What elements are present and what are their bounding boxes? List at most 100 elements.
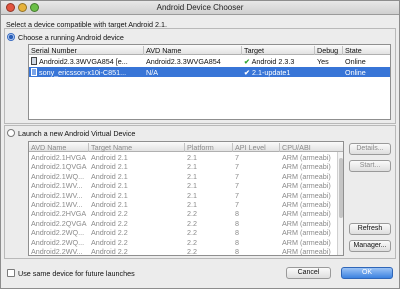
column-avd-name[interactable]: AVD Name (144, 46, 242, 55)
device-avd-cell: N/A (146, 68, 158, 77)
avd-platform-cell: 2.1 (187, 200, 197, 209)
column-avd-name[interactable]: AVD Name (29, 143, 89, 152)
avd-platform-cell: 2.2 (187, 228, 197, 238)
avd-platform-cell: 2.2 (187, 247, 197, 256)
device-row-selected[interactable]: sony_ericsson-x10i-C851... N/A ✔ 2.1-upd… (29, 67, 390, 77)
avd-api-cell: 8 (235, 209, 239, 219)
column-api-level[interactable]: API Level (233, 143, 280, 152)
avd-row[interactable]: Android2.2WQ... Android 2.2 2.2 8 ARM (armea… (29, 238, 343, 247)
avd-row[interactable]: Android2.1HVGA Android 2.1 2.1 7 ARM (armeab… (29, 153, 343, 162)
avd-cpu-cell: ARM (armeabi) (282, 218, 331, 228)
avd-api-cell: 7 (235, 181, 239, 191)
device-icon (31, 68, 37, 76)
column-debug[interactable]: Debug (315, 46, 343, 55)
avd-api-cell: 7 (235, 171, 239, 181)
avd-platform-cell: 2.1 (187, 153, 197, 162)
column-target[interactable]: Target (242, 46, 315, 55)
window-title: Android Device Chooser (156, 3, 244, 12)
column-cpu-abi[interactable]: CPU/ABI (280, 143, 339, 152)
avd-name-cell: Android2.1WV... (31, 190, 83, 200)
avd-target-cell: Android 2.2 (91, 209, 128, 219)
avd-name-cell: Android2.2QVGA (31, 218, 87, 228)
manager-button[interactable]: Manager... (349, 240, 391, 252)
avd-row[interactable]: Android2.1WV... Android 2.1 2.1 7 ARM (armea… (29, 200, 343, 209)
avd-platform-cell: 2.2 (187, 209, 197, 219)
device-avd-cell: Android2.3.3WVGA854 (146, 57, 221, 66)
column-state[interactable]: State (343, 46, 390, 55)
device-state-cell: Online (345, 68, 366, 77)
avd-target-cell: Android 2.2 (91, 237, 128, 247)
check-icon: ✔ (244, 68, 251, 77)
start-button[interactable]: Start... (349, 160, 391, 172)
avd-table: AVD Name Target Name Platform API Level … (28, 141, 344, 256)
avd-target-cell: Android 2.1 (91, 153, 128, 162)
avd-target-cell: Android 2.1 (91, 181, 128, 191)
column-platform[interactable]: Platform (185, 143, 233, 152)
title-bar: Android Device Chooser (1, 1, 399, 15)
avd-cpu-cell: ARM (armeabi) (282, 200, 331, 209)
choose-running-label: Choose a running Android device (18, 33, 124, 42)
launch-avd-label: Launch a new Android Virtual Device (18, 129, 136, 138)
avd-scrollbar[interactable] (337, 152, 343, 255)
avd-cpu-cell: ARM (armeabi) (282, 209, 331, 219)
avd-name-cell: Android2.1WV... (31, 200, 83, 209)
refresh-button[interactable]: Refresh (349, 223, 391, 235)
avd-api-cell: 7 (235, 190, 239, 200)
avd-row[interactable]: Android2.2QVGA Android 2.2 2.2 8 ARM (armeab… (29, 219, 343, 228)
avd-api-cell: 7 (235, 200, 239, 209)
column-serial-number[interactable]: Serial Number (29, 46, 144, 55)
avd-target-cell: Android 2.1 (91, 162, 128, 172)
avd-cpu-cell: ARM (armeabi) (282, 153, 331, 162)
device-serial-cell: Android2.3.3WVGA854 [e... (29, 57, 144, 66)
column-target-name[interactable]: Target Name (89, 143, 185, 152)
avd-name-cell: Android2.1HVGA (31, 153, 87, 162)
avd-name-cell: Android2.2WQ... (31, 228, 85, 238)
avd-row[interactable]: Android2.2HVGA Android 2.2 2.2 8 ARM (armeab… (29, 209, 343, 218)
avd-platform-cell: 2.1 (187, 190, 197, 200)
device-target-cell: ✔ 2.1-update1 (242, 68, 315, 77)
avd-row[interactable]: Android2.1WV... Android 2.1 2.1 7 ARM (armea… (29, 191, 343, 200)
use-same-device-label: Use same device for future launches (18, 269, 135, 278)
avd-name-cell: Android2.2HVGA (31, 209, 87, 219)
device-row[interactable]: Android2.3.3WVGA854 [e... Android2.3.3WV… (29, 56, 390, 66)
use-same-device-checkbox[interactable] (7, 269, 15, 277)
cancel-button[interactable]: Cancel (286, 267, 331, 279)
running-devices-table: Serial Number AVD Name Target Debug Stat… (28, 44, 391, 120)
device-serial-cell: sony_ericsson-x10i-C851... (29, 68, 144, 77)
avd-name-cell: Android2.2WQ... (31, 237, 85, 247)
avd-cpu-cell: ARM (armeabi) (282, 247, 331, 256)
avd-target-cell: Android 2.1 (91, 190, 128, 200)
avd-target-cell: Android 2.2 (91, 228, 128, 238)
avd-target-cell: Android 2.2 (91, 218, 128, 228)
avd-cpu-cell: ARM (armeabi) (282, 190, 331, 200)
avd-api-cell: 7 (235, 162, 239, 172)
avd-cpu-cell: ARM (armeabi) (282, 181, 331, 191)
avd-platform-cell: 2.1 (187, 171, 197, 181)
avd-scroll-thumb[interactable] (339, 158, 343, 218)
launch-avd-radio[interactable] (7, 129, 15, 137)
avd-table-header: AVD Name Target Name Platform API Level … (29, 142, 343, 152)
avd-api-cell: 7 (235, 153, 239, 162)
avd-row[interactable]: Android2.1QVGA Android 2.1 2.1 7 ARM (armeab… (29, 162, 343, 171)
device-target: Android 2.3.3 (251, 57, 295, 66)
details-button[interactable]: Details... (349, 143, 391, 155)
avd-name-cell: Android2.1WQ... (31, 171, 85, 181)
avd-cpu-cell: ARM (armeabi) (282, 162, 331, 172)
avd-cpu-cell: ARM (armeabi) (282, 228, 331, 238)
avd-api-cell: 8 (235, 247, 239, 256)
avd-row[interactable]: Android2.2WV... Android 2.2 2.2 8 ARM (armea… (29, 247, 343, 256)
avd-platform-cell: 2.2 (187, 237, 197, 247)
avd-name-cell: Android2.1QVGA (31, 162, 87, 172)
choose-running-radio[interactable] (7, 33, 15, 41)
avd-row[interactable]: Android2.1WQ... Android 2.1 2.1 7 ARM (armea… (29, 172, 343, 181)
device-icon (31, 57, 37, 65)
avd-row[interactable]: Android2.2WQ... Android 2.2 2.2 8 ARM (armea… (29, 228, 343, 237)
avd-target-cell: Android 2.2 (91, 247, 128, 256)
avd-platform-cell: 2.1 (187, 162, 197, 172)
avd-name-cell: Android2.1WV... (31, 181, 83, 191)
avd-row[interactable]: Android2.1WV... Android 2.1 2.1 7 ARM (armea… (29, 181, 343, 190)
ok-button[interactable]: OK (341, 267, 393, 279)
device-debug-cell: Yes (317, 57, 329, 66)
device-state-cell: Online (345, 57, 366, 66)
device-chooser-window: Android Device Chooser Select a device c… (0, 0, 400, 289)
